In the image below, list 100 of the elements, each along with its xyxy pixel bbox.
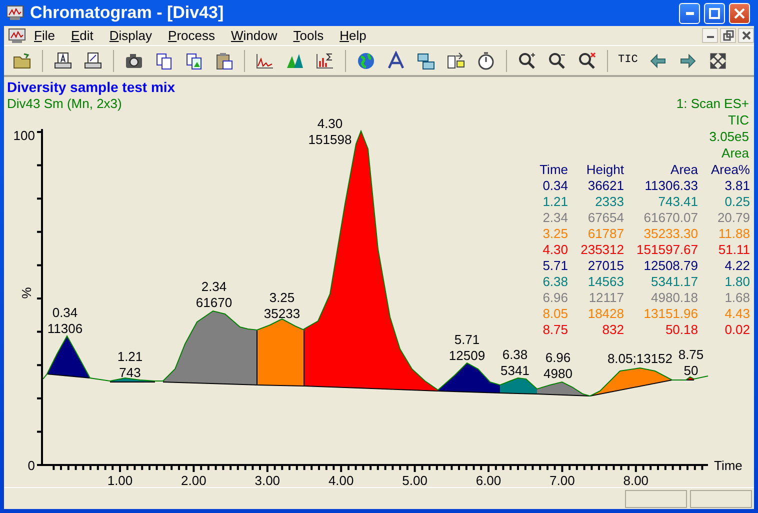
document-minimize-button[interactable] — [702, 28, 718, 43]
tic-button[interactable]: TIC — [614, 52, 642, 69]
peak-label: 8.75 — [678, 347, 704, 362]
table-cell: 4.30 — [542, 242, 568, 257]
peak-label: 8.05;13152 — [607, 351, 673, 366]
axis-tick-label: 100 — [13, 128, 35, 143]
trace-info: 3.05e5 — [709, 129, 749, 144]
print-icon[interactable] — [53, 50, 73, 70]
table-cell: 67654 — [588, 210, 624, 225]
maximize-button[interactable] — [704, 2, 725, 24]
zoom-in-icon[interactable] — [517, 50, 537, 70]
menu-item[interactable]: Window — [222, 26, 286, 44]
peak-label: 2.34 — [201, 279, 227, 294]
table-cell: 0.02 — [724, 322, 750, 337]
peak-label: 6.38 — [502, 347, 528, 362]
table-cell: 1.68 — [724, 290, 750, 305]
app-icon — [6, 5, 24, 21]
peak-label: 5.71 — [454, 332, 480, 347]
menu-item[interactable]: Display — [101, 26, 160, 44]
table-cell: 832 — [602, 322, 624, 337]
sum-chart-icon[interactable] — [315, 50, 335, 70]
table-cell: 20.79 — [717, 210, 750, 225]
column-header: Area% — [710, 162, 750, 177]
table-cell: 6.38 — [542, 274, 568, 289]
menu-item[interactable]: Help — [332, 26, 374, 44]
stopwatch-icon[interactable] — [476, 50, 496, 70]
close-icon — [740, 29, 752, 42]
peak-label: 11306 — [47, 321, 83, 336]
zoom-reset-icon[interactable] — [577, 50, 597, 70]
print-preview-icon[interactable] — [83, 50, 103, 70]
table-cell: 4.43 — [724, 306, 750, 321]
trace-info: TIC — [728, 112, 749, 128]
table-cell: 151597.67 — [636, 242, 698, 257]
peak-label: 6.96 — [545, 350, 571, 365]
minimize-icon — [706, 35, 714, 39]
trace-label: Div43 Sm (Mn, 2x3) — [7, 96, 122, 111]
table-cell: 18428 — [588, 306, 624, 321]
axis-tick-label: 7.00 — [550, 473, 575, 487]
table-cell: 35233.30 — [644, 226, 698, 241]
table-cell: 61787 — [588, 226, 624, 241]
table-cell: 0.25 — [724, 194, 750, 209]
copy-icon[interactable] — [154, 50, 174, 70]
axis-tick-label: 1.00 — [107, 473, 133, 487]
table-cell: 61670.07 — [644, 210, 698, 225]
peak-label: 5341 — [500, 363, 530, 378]
table-cell: 12117 — [588, 290, 624, 305]
maximize-icon — [709, 8, 720, 18]
table-cell: 50.18 — [665, 322, 698, 337]
table-cell: 36621 — [588, 178, 624, 193]
table-cell: 235312 — [580, 242, 624, 257]
paste-icon[interactable] — [214, 50, 234, 70]
table-cell: 13151.96 — [644, 306, 698, 321]
table-cell: 1.21 — [542, 194, 568, 209]
document-close-button[interactable] — [738, 28, 754, 43]
peak-label: 3.25 — [269, 290, 295, 305]
axis-label: % — [19, 287, 34, 299]
table-cell: 4980.18 — [651, 290, 698, 305]
menu-item[interactable]: Tools — [285, 26, 332, 44]
table-cell: 5341.17 — [651, 274, 698, 289]
minimize-icon — [686, 12, 694, 14]
axis-tick-label: 0 — [28, 458, 35, 473]
axis-label: Time — [714, 458, 742, 473]
font-icon[interactable] — [386, 50, 406, 70]
globe-icon[interactable] — [356, 50, 376, 70]
status-pane — [625, 490, 687, 508]
plot-title: Diversity sample test mix — [7, 79, 176, 95]
zoom-out-icon[interactable] — [547, 50, 567, 70]
table-cell: 4.22 — [724, 258, 750, 273]
table-cell: 51.11 — [718, 242, 750, 257]
menu-item[interactable]: Process — [160, 26, 223, 44]
menu-item[interactable]: Edit — [62, 26, 102, 44]
column-header: Height — [586, 162, 624, 177]
peak-label: 12509 — [448, 348, 486, 363]
copy-chart-icon[interactable] — [184, 50, 204, 70]
axis-tick-label: 2.00 — [181, 473, 206, 487]
table-cell: 3.25 — [542, 226, 568, 241]
minimize-button[interactable] — [679, 2, 700, 24]
table-cell: 5.71 — [542, 258, 568, 273]
document-icon[interactable] — [8, 28, 26, 44]
peak-label: 4980 — [544, 366, 572, 381]
expand-icon[interactable] — [708, 50, 728, 70]
menu-item[interactable]: File — [26, 26, 63, 44]
close-button[interactable] — [729, 2, 750, 24]
document-restore-button[interactable] — [720, 28, 736, 43]
table-cell: 27015 — [588, 258, 624, 273]
open-folder-icon[interactable] — [12, 50, 32, 70]
table-cell: 3.81 — [724, 178, 750, 193]
table-cell: 6.96 — [542, 290, 568, 305]
peak-label: 0.34 — [52, 305, 78, 320]
table-cell: 11.88 — [718, 226, 750, 241]
windows-icon[interactable] — [416, 50, 436, 70]
peak-label: 4.30 — [317, 116, 343, 131]
table-cell: 0.34 — [542, 178, 568, 193]
table-cell: 8.05 — [542, 306, 568, 321]
table-cell: 1.80 — [724, 274, 750, 289]
peak-label: 35233 — [264, 306, 300, 321]
trace-info: 1: Scan ES+ — [676, 96, 749, 111]
peak-label: 61670 — [196, 295, 232, 310]
list-arrow-icon[interactable] — [446, 50, 466, 70]
restore-icon — [722, 29, 734, 42]
